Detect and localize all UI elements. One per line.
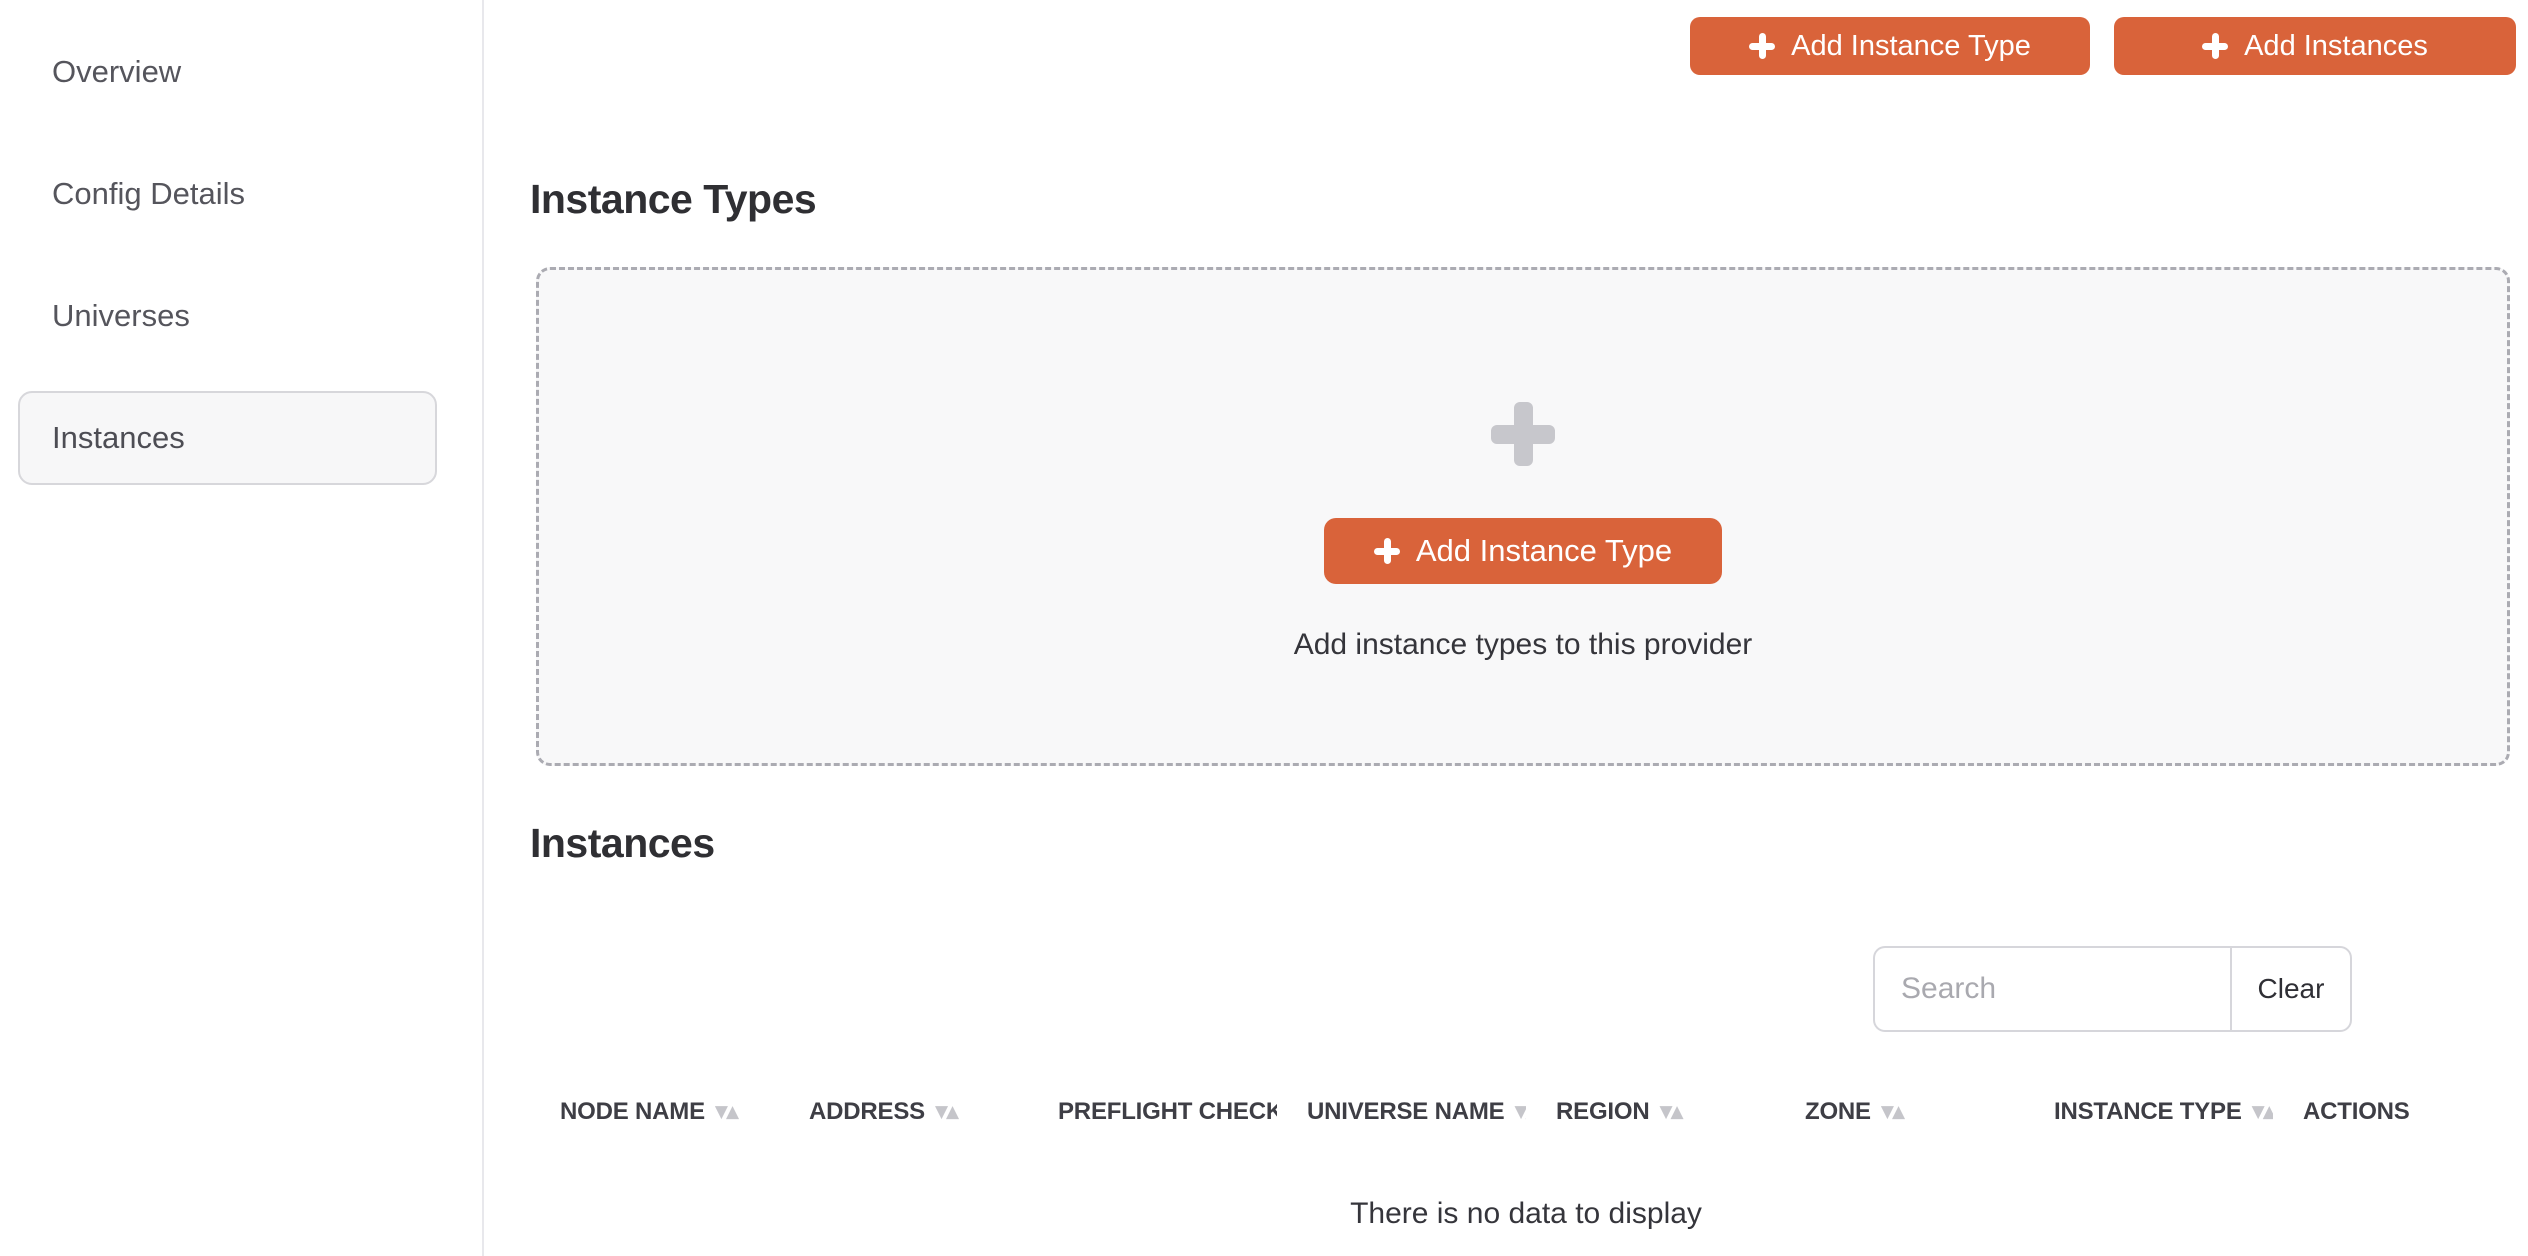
column-header-preflight-check: PREFLIGHT CHECK... [1058,1098,1277,1125]
column-header-region[interactable]: REGION ▼▲ [1526,1078,1775,1146]
sort-icon[interactable]: ▼▲ [2252,1102,2273,1122]
sidebar: Overview Config Details Universes Instan… [0,0,484,1256]
plus-icon [2202,33,2229,59]
sidebar-item-config-details[interactable]: Config Details [18,147,437,241]
search-input[interactable] [1873,946,2230,1032]
column-header-instance-type[interactable]: INSTANCE TYPE ▼▲ [2024,1078,2273,1146]
sidebar-item-label: Overview [52,54,182,89]
sort-icon[interactable]: ▼▲ [935,1102,959,1122]
sidebar-item-overview[interactable]: Overview [18,25,437,119]
sort-icon[interactable]: ▼▲ [715,1102,739,1122]
sidebar-item-label: Config Details [52,176,245,211]
instances-search-group: Clear [1873,946,2352,1032]
add-instance-type-button-label: Add Instance Type [1791,29,2031,62]
add-instance-type-empty-button-label: Add Instance Type [1415,533,1673,568]
empty-state-caption: Add instance types to this provider [1293,628,1753,661]
instances-table-header-row: NODE NAME▼▲ ADDRESS▼▲ PREFLIGHT CHECK...… [530,1078,2522,1146]
plus-icon [1491,402,1555,466]
instance-types-title: Instance Types [530,176,817,222]
sidebar-item-label: Instances [52,420,185,455]
sort-icon[interactable]: ▼▲ [1514,1102,1526,1122]
column-header-zone[interactable]: ZONE ▼▲ [1775,1078,2024,1146]
column-header-universe-name[interactable]: UNIVERSE NAME▼▲ [1277,1078,1526,1146]
add-instances-button-label: Add Instances [2244,29,2428,62]
sidebar-item-label: Universes [52,298,190,333]
sidebar-item-instances[interactable]: Instances [18,391,437,485]
column-header-node-name[interactable]: NODE NAME ▼▲ [530,1078,779,1146]
sidebar-item-universes[interactable]: Universes [18,269,437,363]
column-header-actions: ACTIONS [2303,1098,2410,1125]
clear-search-button[interactable]: Clear [2230,946,2352,1032]
plus-icon [1373,538,1400,564]
sort-icon[interactable]: ▼▲ [1881,1102,1905,1122]
instances-table: NODE NAME▼▲ ADDRESS▼▲ PREFLIGHT CHECK...… [530,1078,2522,1146]
instances-title: Instances [530,820,715,866]
sort-icon[interactable]: ▼▲ [1659,1102,1683,1122]
instance-types-empty-panel: Add Instance Type Add instance types to … [536,267,2510,766]
add-instance-type-button[interactable]: Add Instance Type [1690,17,2090,75]
plus-icon [1749,33,1776,59]
add-instance-type-empty-button[interactable]: Add Instance Type [1324,518,1722,584]
column-header-address[interactable]: ADDRESS ▼▲ [779,1078,1028,1146]
add-instances-button[interactable]: Add Instances [2114,17,2516,75]
table-empty-message: There is no data to display [1350,1197,1702,1230]
